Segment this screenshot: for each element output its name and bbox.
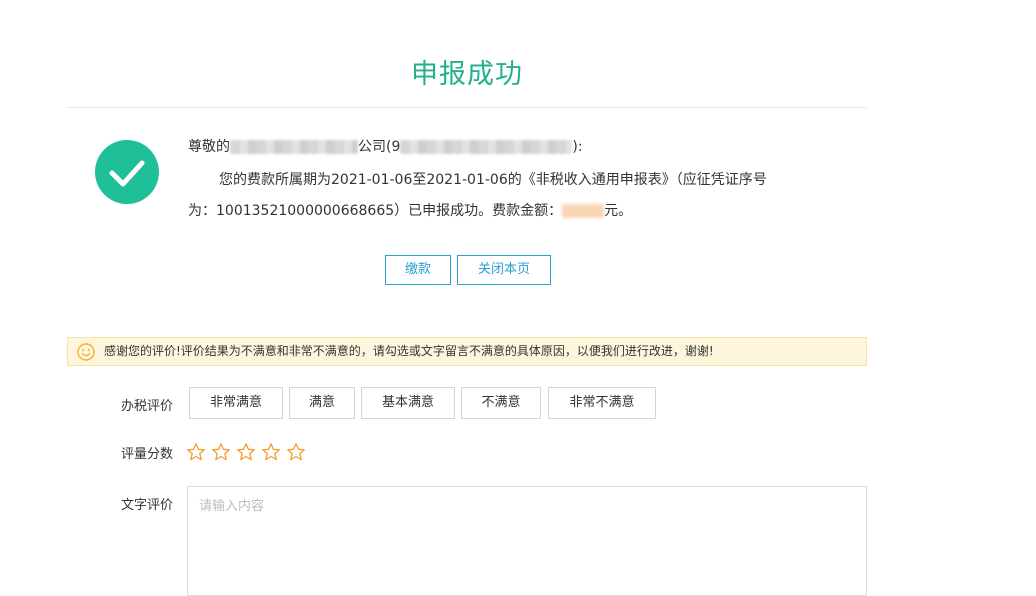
page-title: 申报成功 — [411, 59, 523, 90]
comment-textarea[interactable] — [187, 486, 867, 596]
pay-button[interactable]: 缴款 — [385, 255, 451, 285]
success-check-icon — [95, 140, 159, 204]
greeting-end: ): — [572, 139, 583, 155]
greeting-company-suffix: 公司(9 — [358, 139, 401, 155]
message-line-3: 为：10013521000000668665）已申报成功。费款金额： 元。 — [188, 200, 632, 220]
message-line-3-prefix: 为：10013521000000668665）已申报成功。费款金额： — [188, 203, 563, 219]
title-divider — [67, 107, 867, 108]
star-icon[interactable] — [211, 442, 231, 466]
redacted-company-name — [230, 140, 358, 154]
notice-text: 感谢您的评价!评价结果为不满意和非常不满意的，请勾选或文字留言不满意的具体原因，… — [104, 344, 714, 358]
smile-icon — [77, 343, 95, 371]
message-line-2: 您的费款所属期为2021-01-06至2021-01-06的《非税收入通用申报表… — [219, 172, 767, 188]
rating-option-very-unsatisfied[interactable]: 非常不满意 — [548, 387, 656, 419]
score-label: 评量分数 — [121, 447, 174, 462]
rating-option-very-satisfied[interactable]: 非常满意 — [189, 387, 283, 419]
message-line-3-suffix: 元。 — [604, 203, 633, 219]
rating-option-satisfied[interactable]: 满意 — [289, 387, 355, 419]
rating-label: 办税评价 — [121, 399, 174, 414]
star-icon[interactable] — [186, 442, 206, 466]
star-icon[interactable] — [261, 442, 281, 466]
greeting-prefix: 尊敬的 — [188, 139, 230, 155]
rating-option-basically-satisfied[interactable]: 基本满意 — [361, 387, 455, 419]
feedback-notice-banner: 感谢您的评价!评价结果为不满意和非常不满意的，请勾选或文字留言不满意的具体原因，… — [67, 337, 867, 366]
redacted-tax-id — [400, 140, 573, 154]
comment-label: 文字评价 — [121, 498, 174, 513]
greeting-line: 尊敬的 公司(9): — [188, 136, 583, 156]
star-icon[interactable] — [236, 442, 256, 466]
close-page-button[interactable]: 关闭本页 — [457, 255, 551, 285]
star-icon[interactable] — [286, 442, 306, 466]
rating-option-unsatisfied[interactable]: 不满意 — [461, 387, 541, 419]
score-stars — [186, 442, 311, 466]
redacted-amount — [562, 204, 605, 218]
